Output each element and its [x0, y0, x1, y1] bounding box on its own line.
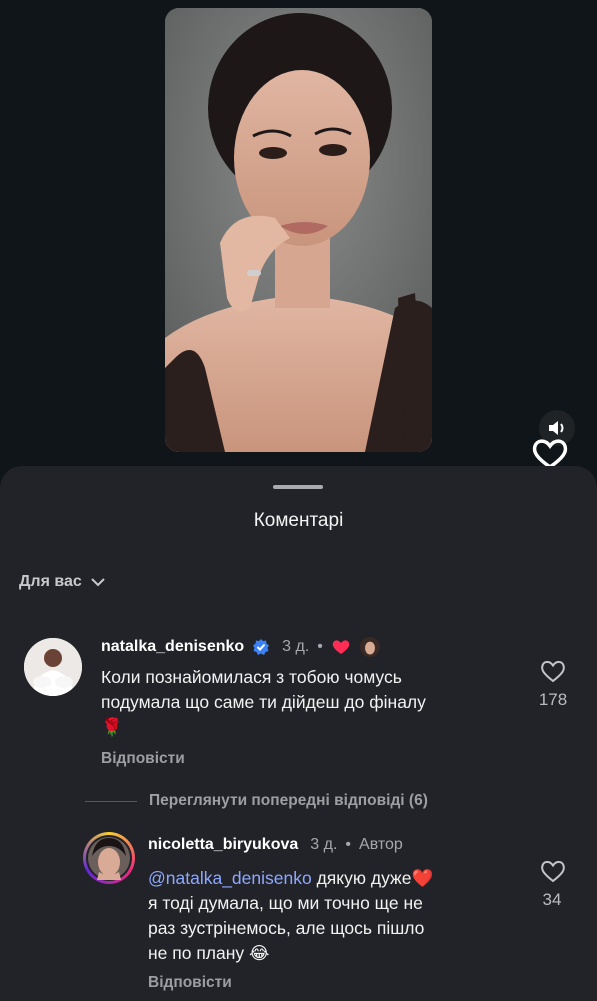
comment-text-line: не по плану 😂 [148, 943, 270, 963]
comment-item: natalka_denisenko 3 д. • Коли познайомил… [0, 628, 597, 778]
chevron-down-icon [91, 578, 105, 587]
sheet-drag-handle[interactable] [273, 485, 323, 489]
comments-filter-dropdown[interactable]: Для вас [19, 573, 106, 591]
view-previous-replies-label: Переглянути попередні відповіді (6) [149, 792, 428, 809]
heart-outline-icon[interactable] [539, 858, 567, 884]
filter-label: Для вас [19, 573, 82, 590]
comment-item: nicoletta_biryukova 3 д. • Автор @natalk… [0, 826, 597, 1001]
comment-text-line: подумала що саме ти дійдеш до фіналу [101, 692, 426, 712]
avatar[interactable] [83, 832, 135, 884]
avatar-image [86, 835, 132, 881]
comment-text-line: @natalka_denisenko дякую дуже❤️ [148, 866, 518, 891]
reel-photo[interactable] [165, 8, 432, 452]
comment-text-line: Коли познайомилася з тобою чомусь [101, 667, 402, 687]
author-label: Автор [359, 836, 403, 853]
speaker-icon [549, 421, 564, 435]
thread-line [85, 800, 137, 802]
comment-username[interactable]: nicoletta_biryukova [148, 836, 298, 854]
comment-text-line: я тоді думала, що ми точно ще не [148, 893, 423, 913]
comment-text-fragment: дякую дуже❤️ [311, 868, 434, 888]
view-previous-replies[interactable]: Переглянути попередні відповіді (6) [85, 792, 428, 810]
heart-outline-icon[interactable] [539, 658, 567, 684]
comment-time: 3 д. [310, 836, 338, 853]
mention-link[interactable]: @natalka_denisenko [148, 868, 312, 888]
reply-button[interactable]: Відповісти [101, 750, 185, 768]
avatar[interactable] [24, 638, 82, 696]
creator-liked-heart-icon [332, 640, 350, 654]
meta-dot: • [317, 638, 323, 655]
comment-time: 3 д. [282, 638, 310, 655]
comment-text-line: раз зустрінемось, але щось пішло [148, 918, 425, 938]
comments-sheet: Коментарі Для вас natalka_denisenko 3 д. [0, 466, 597, 1001]
avatar-image [24, 638, 82, 696]
like-count: 178 [538, 690, 568, 709]
reply-button[interactable]: Відповісти [148, 974, 232, 992]
comment-username[interactable]: natalka_denisenko [101, 638, 244, 656]
reel-media-area [0, 0, 597, 480]
meta-dot: • [345, 836, 352, 853]
sheet-title: Коментарі [253, 510, 344, 531]
portrait-illustration [165, 8, 432, 452]
like-count: 34 [542, 890, 562, 909]
creator-mini-avatar [359, 637, 380, 657]
rose-emoji: 🌹 [101, 717, 123, 737]
verified-badge-icon [253, 639, 270, 655]
heart-outline-icon[interactable] [529, 436, 571, 470]
